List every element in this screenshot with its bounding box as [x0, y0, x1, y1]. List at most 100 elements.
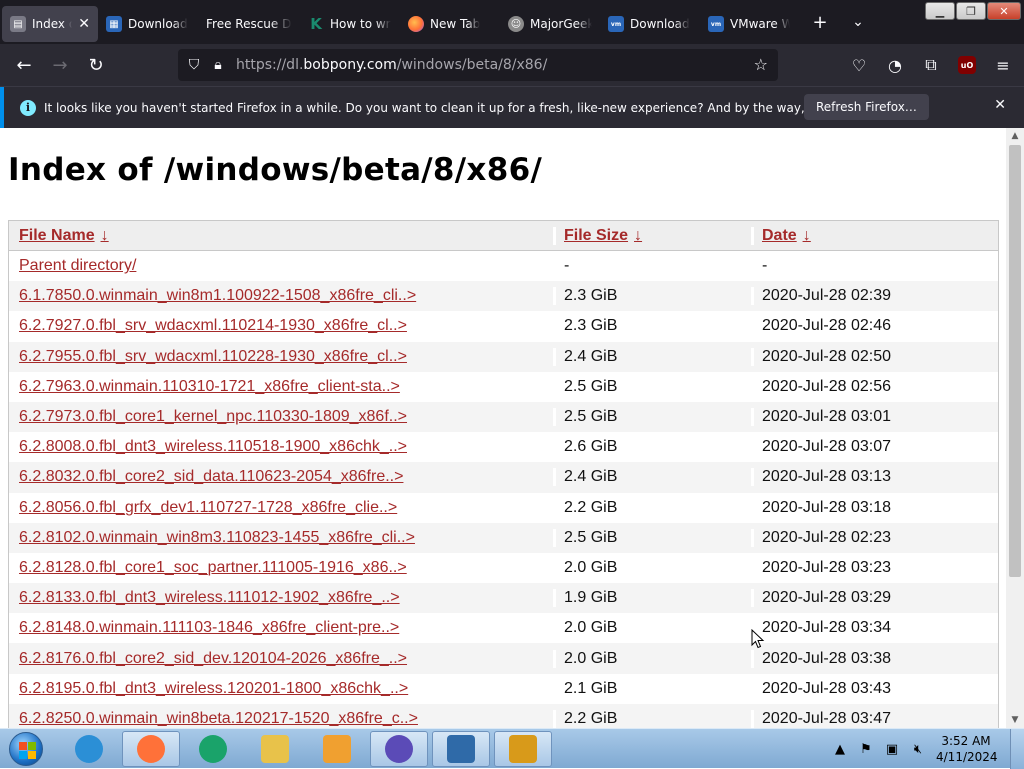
file-link[interactable]: 6.2.7973.0.fbl_core1_kernel_npc.110330-1…: [19, 408, 407, 425]
file-link[interactable]: 6.1.7850.0.winmain_win8m1.100922-1508_x8…: [19, 287, 416, 304]
vertical-scrollbar[interactable]: ▲ ▼: [1006, 128, 1024, 728]
file-size-cell: -: [553, 257, 751, 276]
tab-strip: ▤ Index of /windows/beta/8/x86/ ✕ ▦ Down…: [0, 0, 1024, 44]
url-text[interactable]: https://dl.bobpony.com/windows/beta/8/x8…: [236, 57, 547, 73]
file-link[interactable]: 6.2.8195.0.fbl_dnt3_wireless.120201-1800…: [19, 680, 408, 697]
explorer-taskbar-button[interactable]: [246, 731, 304, 767]
file-size-cell: 2.5 GiB: [553, 528, 751, 547]
restore-button[interactable]: ❐: [956, 2, 986, 20]
file-link[interactable]: 6.2.8128.0.fbl_core1_soc_partner.111005-…: [19, 559, 407, 576]
file-link[interactable]: 6.2.8148.0.winmain.111103-1846_x86fre_cl…: [19, 619, 399, 636]
action-center-flag-icon[interactable]: ⚑: [858, 742, 874, 757]
close-tab-icon[interactable]: ✕: [78, 16, 90, 32]
chat-bubble-icon: [199, 735, 227, 763]
reload-icon[interactable]: ↻: [78, 47, 114, 83]
table-row: 6.2.7927.0.fbl_srv_wdacxml.110214-1930_x…: [9, 311, 998, 341]
tab-new-tab[interactable]: New Tab: [400, 6, 500, 42]
shield-icon[interactable]: ⛉: [182, 57, 206, 73]
file-link[interactable]: 6.2.8102.0.winmain_win8m3.110823-1455_x8…: [19, 529, 415, 546]
file-size-cell: 2.0 GiB: [553, 619, 751, 638]
volume-muted-icon[interactable]: 🔇︎: [910, 742, 926, 757]
sort-arrow-icon: ↓: [802, 226, 811, 244]
table-row: 6.2.8032.0.fbl_core2_sid_data.110623-205…: [9, 462, 998, 493]
file-link[interactable]: 6.2.8056.0.fbl_grfx_dev1.110727-1728_x86…: [19, 499, 397, 516]
table-row: 6.2.8250.0.winmain_win8beta.120217-1520_…: [9, 703, 998, 728]
file-size-cell: 2.2 GiB: [553, 709, 751, 728]
table-row: 6.2.7955.0.fbl_srv_wdacxml.110228-1930_x…: [9, 341, 998, 372]
file-link[interactable]: 6.2.8008.0.fbl_dnt3_wireless.110518-1900…: [19, 438, 407, 455]
page-content: Index of /windows/beta/8/x86/ File Name ↓…: [0, 128, 1006, 728]
file-link[interactable]: 6.2.8176.0.fbl_core2_sid_dev.120104-2026…: [19, 650, 407, 667]
file-link[interactable]: 6.2.7955.0.fbl_srv_wdacxml.110228-1930_x…: [19, 348, 407, 365]
file-name-cell: 6.2.8133.0.fbl_dnt3_wireless.111012-1902…: [9, 589, 553, 607]
file-link[interactable]: 6.2.7963.0.winmain.110310-1721_x86fre_cl…: [19, 378, 400, 395]
table-row: 6.2.8102.0.winmain_win8m3.110823-1455_x8…: [9, 522, 998, 553]
scroll-down-arrow-icon[interactable]: ▼: [1006, 712, 1024, 728]
visual-studio-taskbar-button[interactable]: [370, 731, 428, 767]
clock[interactable]: 3:52 AM 4/11/2024: [936, 733, 998, 765]
file-link[interactable]: Parent directory/: [19, 257, 136, 274]
file-date-cell: 2020-Jul-28 03:18: [751, 498, 998, 517]
table-row: 6.2.8128.0.fbl_core1_soc_partner.111005-…: [9, 553, 998, 583]
file-date-cell: 2020-Jul-28 02:56: [751, 377, 998, 396]
forward-arrow-icon[interactable]: →: [42, 47, 78, 83]
file-name-cell: 6.2.8176.0.fbl_core2_sid_dev.120104-2026…: [9, 650, 553, 668]
tab-download[interactable]: ▦ Download: [98, 6, 198, 42]
pocket-icon[interactable]: ♡: [846, 47, 872, 83]
tab-title: Index of /windows/beta/8/x86/: [32, 17, 72, 31]
show-desktop-button[interactable]: [1010, 729, 1024, 769]
column-date-label: Date: [762, 226, 797, 244]
firefox-taskbar-button[interactable]: [122, 731, 180, 767]
new-tab-plus-icon[interactable]: +: [804, 12, 836, 33]
chat-taskbar-button[interactable]: [184, 731, 242, 767]
navigation-toolbar: ← → ↻ ⛉ 🔒︎ https://dl.bobpony.com/window…: [0, 44, 1024, 86]
media-player-icon: [323, 735, 351, 763]
file-link[interactable]: 6.2.8250.0.winmain_win8beta.120217-1520_…: [19, 710, 418, 727]
bookmark-star-icon[interactable]: ☆: [754, 55, 768, 74]
sort-by-name-link[interactable]: File Name ↓: [19, 227, 109, 244]
column-name-label: File Name: [19, 226, 95, 244]
file-link[interactable]: 6.2.8133.0.fbl_dnt3_wireless.111012-1902…: [19, 589, 400, 606]
mouse-pointer-icon: [751, 629, 765, 649]
ublock-origin-icon[interactable]: uO: [954, 47, 980, 83]
scrollbar-thumb[interactable]: [1009, 145, 1021, 577]
tab-vmware-download[interactable]: vm Download: [600, 6, 700, 42]
file-date-cell: 2020-Jul-28 03:34: [751, 619, 998, 638]
refresh-firefox-button[interactable]: Refresh Firefox…: [804, 94, 929, 120]
tab-how-to[interactable]: K How to wr: [300, 6, 400, 42]
tab-index-of[interactable]: ▤ Index of /windows/beta/8/x86/ ✕: [2, 6, 98, 42]
table-row: 6.2.8148.0.winmain.111103-1846_x86fre_cl…: [9, 613, 998, 643]
file-name-cell: 6.2.8148.0.winmain.111103-1846_x86fre_cl…: [9, 619, 553, 637]
scroll-up-arrow-icon[interactable]: ▲: [1006, 128, 1024, 144]
media-player-taskbar-button[interactable]: [308, 731, 366, 767]
tab-title: Download: [128, 17, 188, 31]
sort-by-size-link[interactable]: File Size ↓: [564, 227, 642, 244]
network-icon[interactable]: ▣: [884, 742, 900, 757]
app-taskbar-button[interactable]: [494, 731, 552, 767]
minimize-button[interactable]: ▁: [925, 2, 955, 20]
table-row: 6.2.8008.0.fbl_dnt3_wireless.110518-1900…: [9, 432, 998, 462]
address-bar[interactable]: ⛉ 🔒︎ https://dl.bobpony.com/windows/beta…: [178, 49, 778, 81]
account-icon[interactable]: ◔: [882, 47, 908, 83]
close-notification-icon[interactable]: ✕: [994, 97, 1006, 113]
virtualbox-taskbar-button[interactable]: [432, 731, 490, 767]
hamburger-menu-icon[interactable]: ≡: [990, 47, 1016, 83]
list-all-tabs-chevron-icon[interactable]: ⌄: [842, 14, 874, 30]
internet-explorer-taskbar-button[interactable]: [60, 731, 118, 767]
file-link[interactable]: 6.2.7927.0.fbl_srv_wdacxml.110214-1930_x…: [19, 317, 407, 334]
file-link[interactable]: 6.2.8032.0.fbl_core2_sid_data.110623-205…: [19, 468, 403, 485]
tab-majorgeeks[interactable]: ☺ MajorGeek: [500, 6, 600, 42]
sort-by-date-link[interactable]: Date ↓: [762, 227, 811, 244]
file-name-cell: Parent directory/: [9, 257, 553, 275]
tab-free-rescue[interactable]: Free Rescue Di: [198, 6, 300, 42]
show-hidden-icons-icon[interactable]: ▲: [832, 742, 848, 757]
file-date-cell: 2020-Jul-28 03:47: [751, 709, 998, 728]
file-size-cell: 2.5 GiB: [553, 408, 751, 427]
start-button[interactable]: [4, 730, 48, 768]
tab-vmware-workstation[interactable]: vm VMware W: [700, 6, 798, 42]
extensions-icon[interactable]: ⧉: [918, 47, 944, 83]
close-window-button[interactable]: ✕: [987, 2, 1021, 20]
back-arrow-icon[interactable]: ←: [6, 47, 42, 83]
lock-icon[interactable]: 🔒︎: [206, 57, 230, 73]
url-domain: bobpony.com: [303, 57, 397, 73]
